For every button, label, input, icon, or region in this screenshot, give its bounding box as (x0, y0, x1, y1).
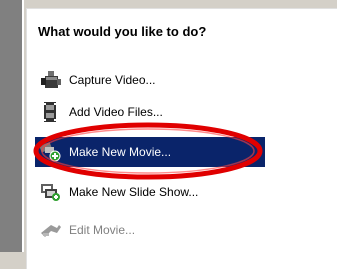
make-new-slide-show-item[interactable]: Make New Slide Show... (27, 177, 262, 207)
edit-movie-label: Edit Movie... (69, 223, 136, 237)
panel-heading: What would you like to do? (38, 24, 207, 39)
capture-video-label: Capture Video... (69, 73, 156, 87)
new-movie-icon (39, 141, 63, 163)
slide-show-icon (39, 181, 63, 203)
add-video-files-label: Add Video Files... (69, 105, 163, 119)
strip-highlight (22, 0, 24, 252)
film-strip-icon (39, 101, 63, 123)
capture-video-item[interactable]: Capture Video... (27, 65, 262, 95)
make-new-movie-label: Make New Movie... (69, 145, 172, 159)
edit-movie-icon (39, 219, 63, 241)
edit-movie-item[interactable]: Edit Movie... (27, 215, 262, 245)
left-border-strip (0, 0, 24, 252)
add-video-files-item[interactable]: Add Video Files... (27, 97, 262, 127)
task-panel: What would you like to do? Capture Video… (26, 8, 337, 269)
make-new-movie-item[interactable]: Make New Movie... (35, 137, 265, 167)
camcorder-icon (39, 69, 63, 91)
make-new-slide-show-label: Make New Slide Show... (69, 185, 199, 199)
